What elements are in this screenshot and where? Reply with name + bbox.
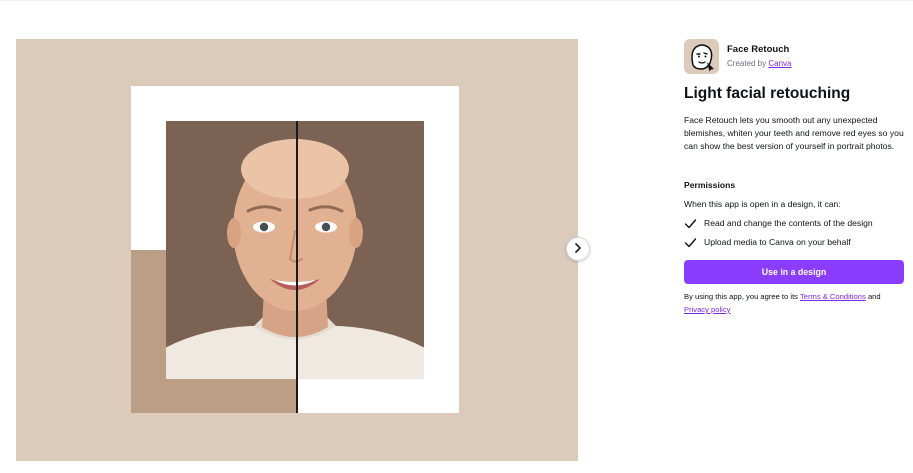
app-description: Face Retouch lets you smooth out any une… <box>684 115 904 151</box>
preview-portrait-image <box>166 121 424 379</box>
check-icon <box>684 217 697 230</box>
check-icon <box>684 236 697 249</box>
terms-link[interactable]: Terms & Conditions <box>800 292 866 301</box>
face-retouch-icon <box>684 39 719 74</box>
chevron-right-icon <box>574 240 582 258</box>
permissions-heading: Permissions <box>684 180 736 190</box>
use-in-design-button[interactable]: Use in a design <box>684 260 904 284</box>
permissions-intro: When this app is open in a design, it ca… <box>684 199 841 209</box>
terms-conjunction: and <box>867 292 881 301</box>
app-name: Face Retouch <box>727 44 790 55</box>
creator-link[interactable]: Canva <box>768 59 791 68</box>
preview-panel <box>16 39 578 461</box>
app-creator: Created by Canva <box>727 59 792 68</box>
next-slide-button[interactable] <box>566 237 590 261</box>
permission-label: Read and change the contents of the desi… <box>704 218 873 228</box>
before-after-divider[interactable] <box>296 121 298 413</box>
terms-prefix: By using this app, you agree to its <box>684 292 798 301</box>
permission-label: Upload media to Canva on your behalf <box>704 237 851 247</box>
permission-item: Upload media to Canva on your behalf <box>684 235 851 249</box>
top-divider <box>0 0 913 1</box>
permission-item: Read and change the contents of the desi… <box>684 216 873 230</box>
created-by-label: Created by <box>727 59 767 68</box>
page-title: Light facial retouching <box>684 85 851 102</box>
terms-notice: By using this app, you agree to its Term… <box>684 290 908 316</box>
privacy-policy-link[interactable]: Privacy policy <box>684 305 730 314</box>
